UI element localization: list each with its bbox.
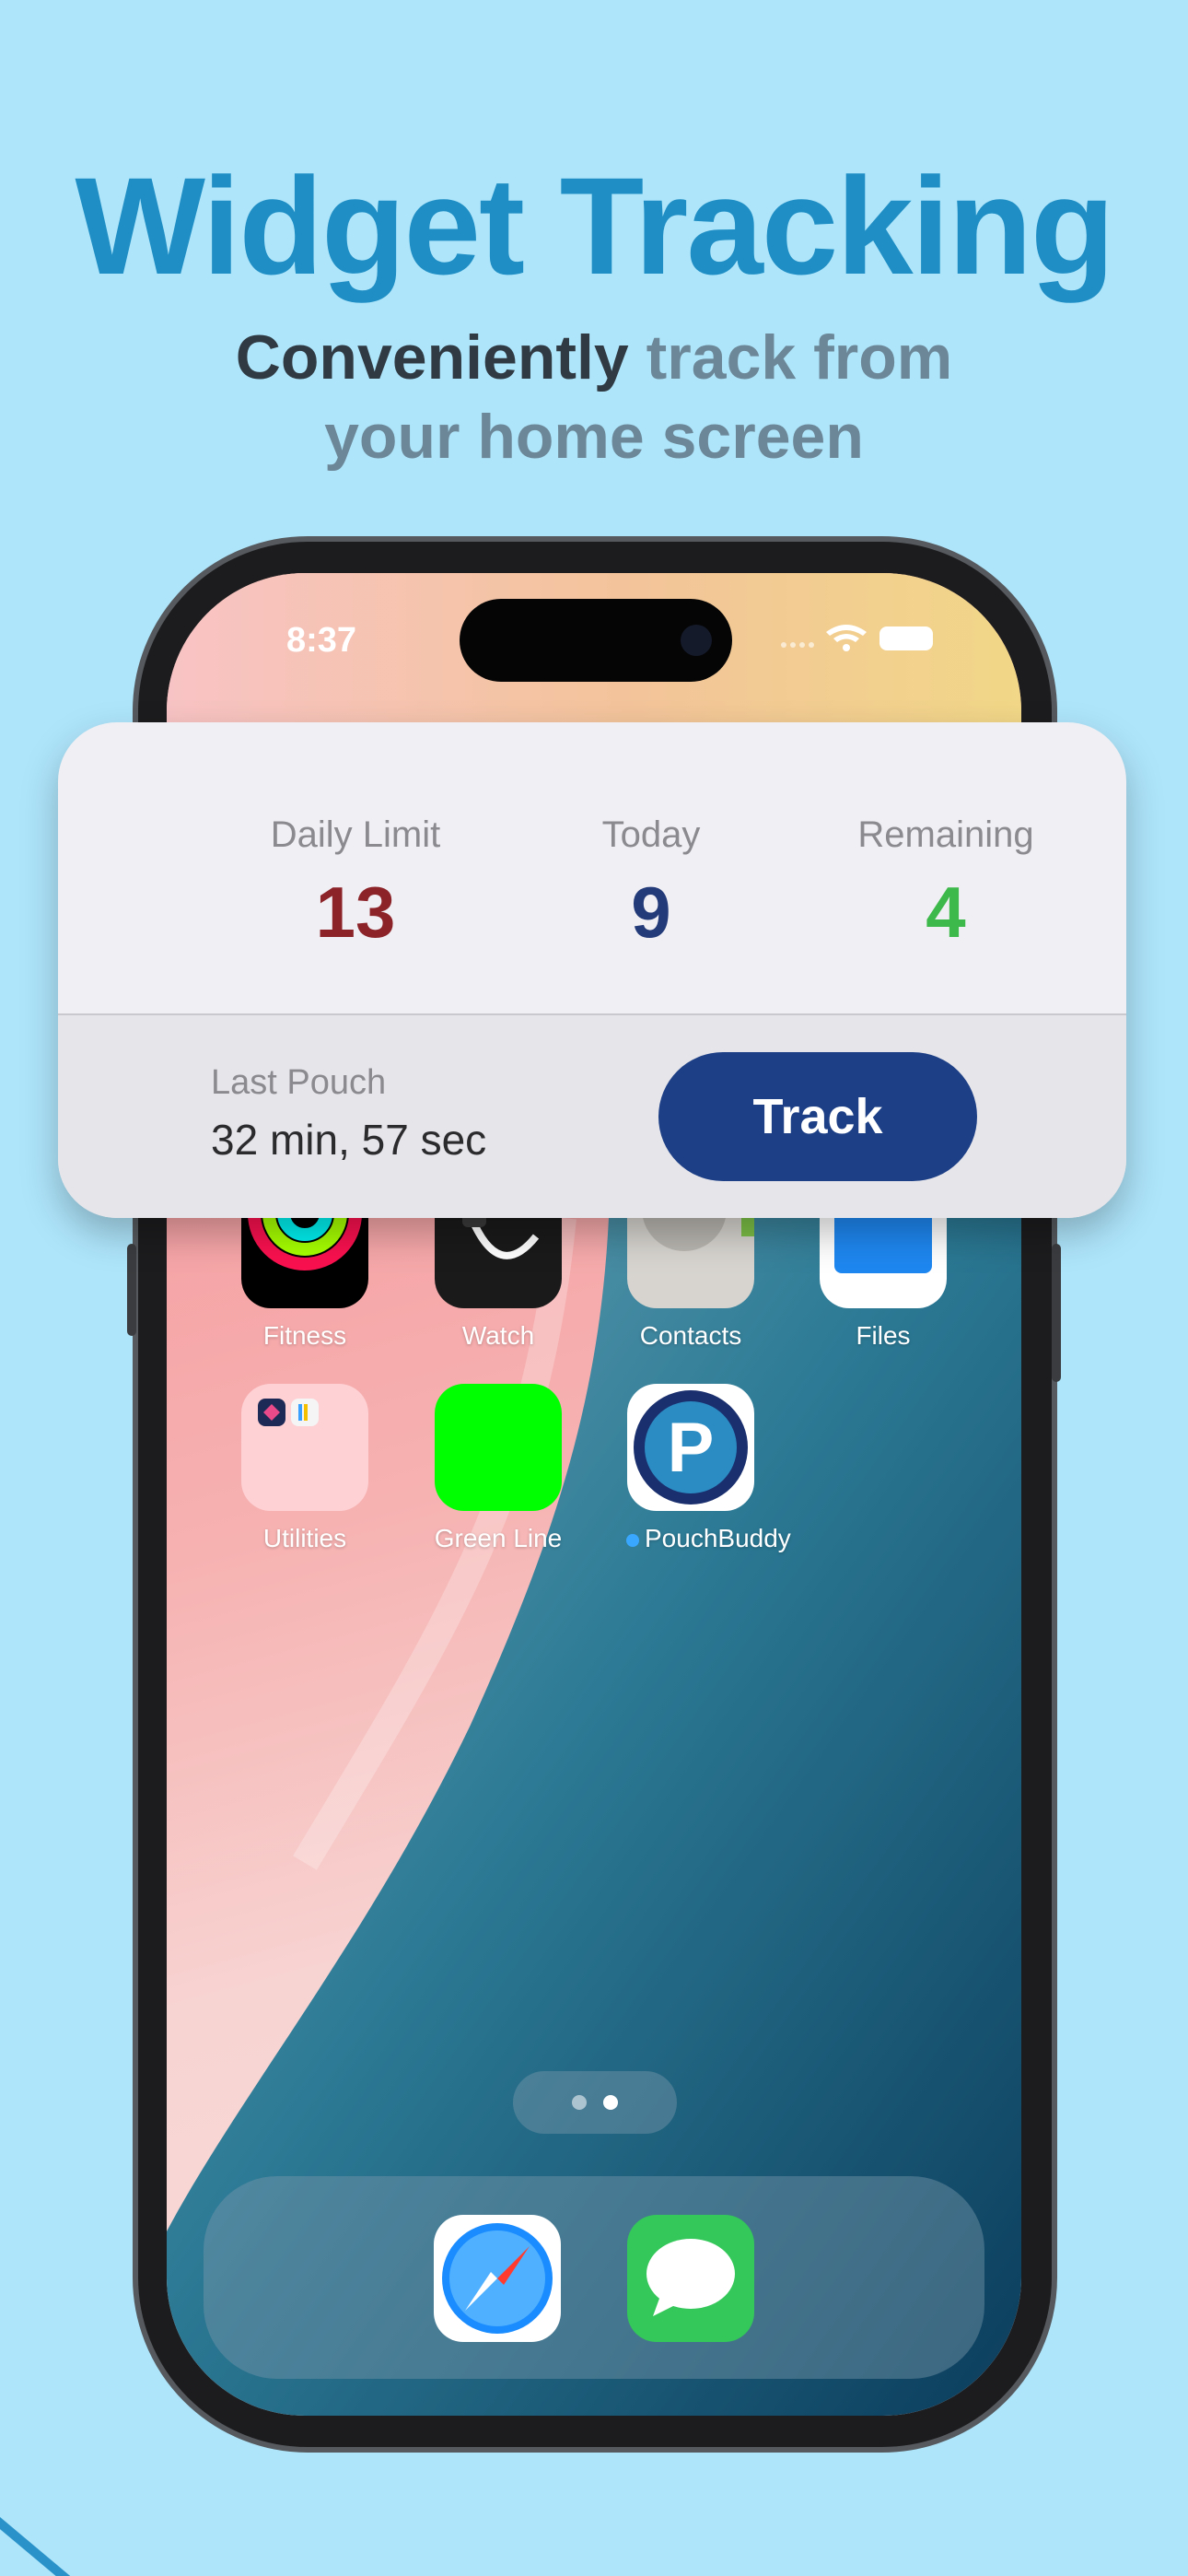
app-label: Utilities — [262, 1524, 347, 1552]
status-icons — [781, 625, 933, 651]
app-utilities[interactable]: Utilities — [240, 1384, 369, 1553]
decorative-line — [0, 2488, 108, 2576]
daily-limit-value: 13 — [315, 872, 396, 953]
page-dot-active — [603, 2095, 618, 2110]
page-indicator[interactable] — [513, 2071, 677, 2134]
status-time: 8:37 — [286, 621, 357, 660]
today-label: Today — [601, 814, 701, 855]
camera-icon — [681, 625, 712, 656]
messages-icon[interactable] — [627, 2215, 754, 2342]
last-pouch-value: 32 min, 57 sec — [211, 1116, 487, 1164]
headline: Widget Tracking — [75, 148, 1114, 303]
signal-icon — [781, 642, 814, 648]
app-label: Fitness — [262, 1321, 347, 1350]
today-value: 9 — [631, 872, 671, 953]
pouch-tracker-widget: Daily Limit 13 Today 9 Remaining 4 Last … — [58, 722, 1126, 1218]
pouchbuddy-letter: P — [668, 1409, 715, 1487]
app-label: Files — [856, 1321, 911, 1350]
stat-today: Today 9 — [513, 814, 789, 954]
pouchbuddy-icon: P — [627, 1384, 754, 1511]
new-badge — [626, 1533, 639, 1547]
subline-rest: track from — [646, 322, 953, 392]
remaining-label: Remaining — [857, 814, 1034, 855]
app-label-text: PouchBuddy — [645, 1524, 791, 1552]
side-button — [1052, 1244, 1061, 1382]
dock — [204, 2176, 984, 2379]
stat-daily-limit: Daily Limit 13 — [217, 814, 494, 954]
subline: Conveniently track from your home screen — [0, 318, 1188, 476]
folder-icon — [241, 1384, 368, 1511]
daily-limit-label: Daily Limit — [270, 814, 441, 855]
app-green-line[interactable]: Green Line — [434, 1384, 563, 1553]
app-label: Watch — [461, 1321, 535, 1350]
track-button[interactable]: Track — [658, 1052, 977, 1181]
battery-icon — [879, 626, 933, 650]
subline-rest-2: your home screen — [324, 402, 864, 472]
green-square-icon — [435, 1384, 562, 1511]
page-dot — [572, 2095, 587, 2110]
subline-emphasis: Conveniently — [235, 322, 629, 392]
side-button — [127, 1244, 136, 1336]
dynamic-island — [460, 599, 732, 682]
safari-icon[interactable] — [434, 2215, 561, 2342]
wifi-icon — [826, 625, 867, 651]
app-label: Green Line — [434, 1524, 563, 1552]
app-label: PouchBuddy — [626, 1524, 791, 1553]
stat-remaining: Remaining 4 — [808, 814, 1084, 954]
remaining-value: 4 — [926, 872, 966, 953]
app-label: Contacts — [639, 1321, 742, 1350]
app-pouchbuddy[interactable]: P PouchBuddy — [626, 1384, 791, 1553]
last-pouch-label: Last Pouch — [211, 1063, 387, 1102]
